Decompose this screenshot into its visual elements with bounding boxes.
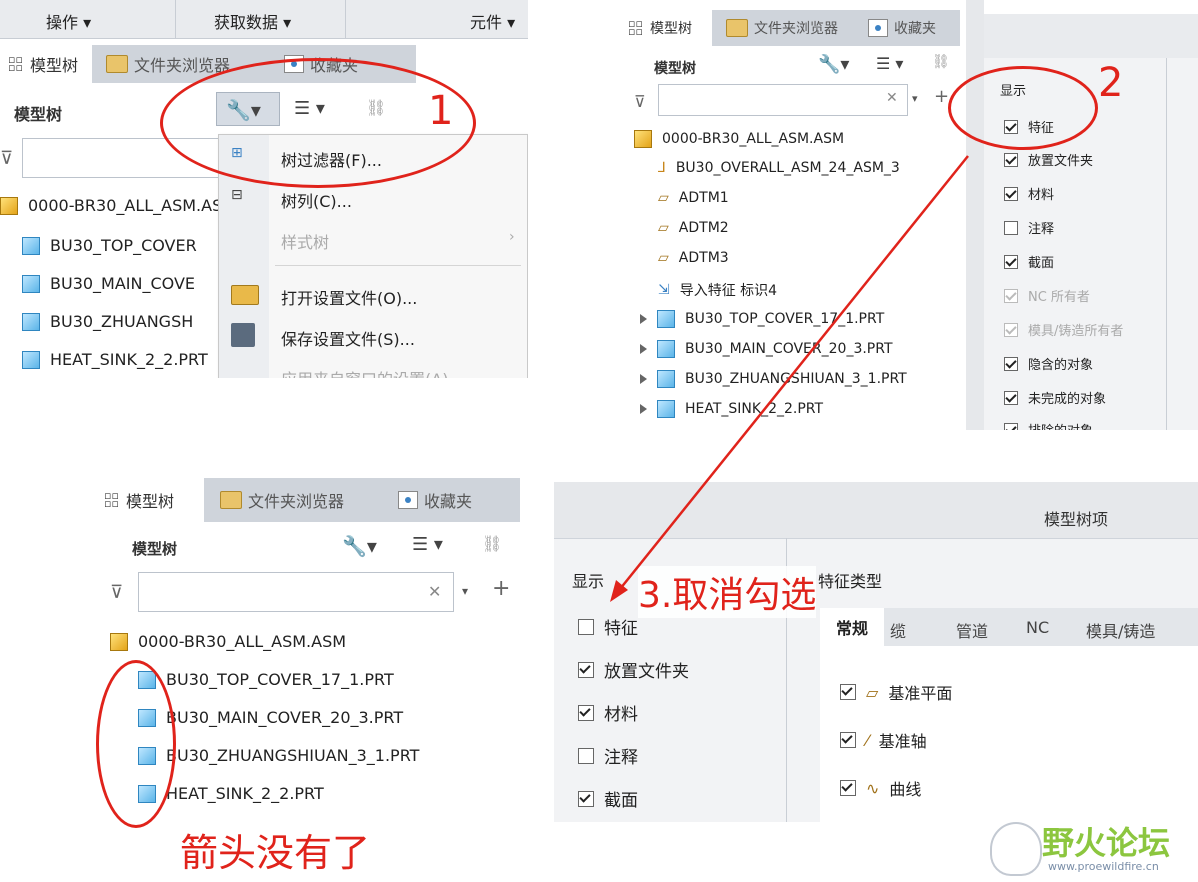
watermark: 野火论坛 www.proewildfire.cn	[986, 816, 1198, 880]
arrow-shaft	[615, 155, 969, 595]
watermark-url: www.proewildfire.cn	[1048, 860, 1159, 873]
annotation-arrow	[610, 155, 969, 602]
butterfly-logo-icon	[990, 822, 1042, 876]
watermark-name: 野火论坛	[1042, 824, 1171, 862]
